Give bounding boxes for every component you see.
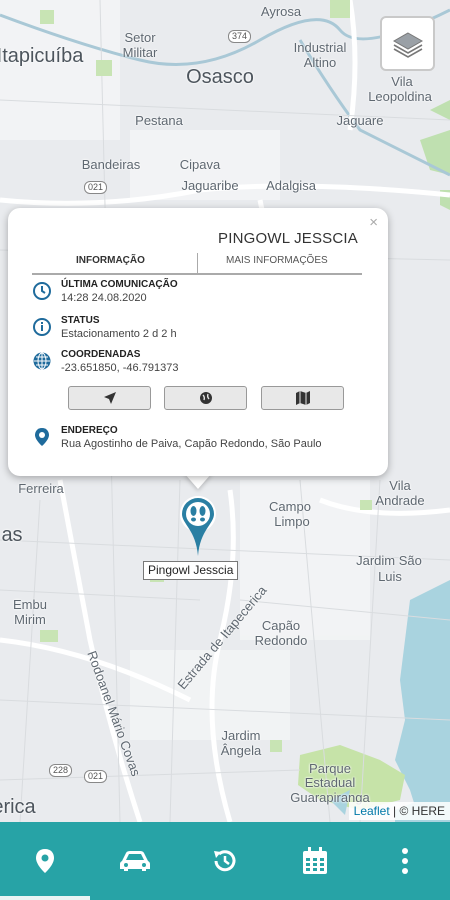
attribution-text: | © HERE [389, 804, 445, 818]
tab-information[interactable]: INFORMAÇÃO [76, 255, 145, 266]
nav-map-button[interactable] [0, 822, 90, 900]
tab-divider [197, 253, 198, 273]
coordinates-value: -23.651850, -46.791373 [61, 362, 179, 374]
marker-label: Pingowl Jesscia [143, 561, 239, 580]
place-label: Ayrosa [260, 4, 302, 19]
status-label: STATUS [61, 315, 100, 326]
map-attribution: Leaflet | © HERE [348, 802, 450, 820]
city-label: Osasco [186, 66, 254, 88]
road-shield: 374 [228, 30, 252, 43]
place-label: Leopoldina [368, 89, 432, 104]
road-shield: 021 [84, 770, 108, 783]
place-label: Luis [378, 569, 402, 584]
bottom-navigation [0, 822, 450, 900]
nav-calendar-button[interactable] [270, 822, 360, 900]
active-tab-indicator [0, 896, 90, 900]
road-shield: 228 [49, 764, 73, 777]
layers-icon [392, 31, 423, 58]
address-value: Rua Agostinho de Paiva, Capão Redondo, S… [61, 438, 322, 450]
tab-more-information[interactable]: MAIS INFORMAÇÕES [226, 255, 328, 266]
place-label: Jardim [221, 728, 261, 743]
globe-button[interactable] [164, 386, 247, 410]
city-label: erica [0, 796, 36, 818]
city-label: as [1, 524, 23, 546]
nav-more-button[interactable] [360, 822, 450, 900]
place-label: Adalgisa [266, 178, 316, 193]
place-label: Capão [261, 618, 301, 633]
place-label: Pestana [135, 113, 183, 128]
place-label: Jaguare [336, 113, 384, 128]
place-label: Jardim São [356, 553, 422, 568]
place-label: Estadual [304, 775, 356, 790]
road-shield: 021 [84, 181, 108, 194]
nav-vehicles-button[interactable] [90, 822, 180, 900]
popup-tabs: INFORMAÇÃO MAIS INFORMAÇÕES [32, 253, 362, 275]
map-pin-icon [36, 849, 54, 873]
layers-control-button[interactable] [380, 16, 435, 71]
place-label: Ângela [220, 743, 262, 758]
car-icon [120, 851, 150, 871]
status-value: Estacionamento 2 d 2 h [61, 328, 177, 340]
navigate-button[interactable] [68, 386, 151, 410]
globe-icon [33, 352, 51, 370]
city-label: Itapicuíba [0, 45, 84, 67]
place-label: Campo [269, 499, 311, 514]
last-communication-value: 14:28 24.08.2020 [61, 292, 147, 304]
leaflet-link[interactable]: Leaflet [354, 804, 390, 818]
place-label: Jaguaribe [181, 178, 239, 193]
address-label: ENDEREÇO [61, 425, 118, 436]
place-label: Parque [309, 761, 351, 776]
vehicle-popup: × PINGOWL JESSCIA INFORMAÇÃO MAIS INFORM… [8, 208, 388, 476]
map-button[interactable] [261, 386, 344, 410]
clock-icon [33, 282, 51, 300]
place-label: Andrade [375, 493, 425, 508]
footprints-marker-icon [179, 496, 216, 556]
place-label: Setor [124, 30, 156, 45]
place-label: Vila [389, 478, 411, 493]
calendar-icon [303, 847, 327, 874]
place-label: Ferreira [18, 481, 64, 496]
navigate-icon [103, 392, 116, 404]
location-pin-icon [35, 428, 49, 446]
place-label: Mirim [14, 612, 46, 627]
place-label: Limpo [274, 514, 310, 529]
place-label: Embu [13, 597, 47, 612]
more-vertical-icon [402, 848, 408, 874]
map-icon [295, 391, 310, 405]
coordinates-label: COORDENADAS [61, 349, 141, 360]
place-label: Vila [391, 74, 413, 89]
vehicle-marker[interactable] [178, 494, 218, 556]
popup-close-button[interactable]: × [369, 214, 378, 231]
place-label: Industrial [293, 40, 347, 55]
popup-title: PINGOWL JESSCIA [218, 230, 358, 247]
place-label: Redondo [254, 633, 308, 648]
history-icon [214, 850, 236, 872]
info-icon [33, 318, 51, 336]
place-label: Militar [122, 45, 158, 60]
globe-icon [199, 392, 212, 404]
place-label: Bandeiras [81, 157, 141, 172]
last-communication-label: ÚLTIMA COMUNICAÇÃO [61, 279, 178, 290]
place-label: Altino [303, 55, 337, 70]
place-label: Cipava [179, 157, 221, 172]
nav-history-button[interactable] [180, 822, 270, 900]
